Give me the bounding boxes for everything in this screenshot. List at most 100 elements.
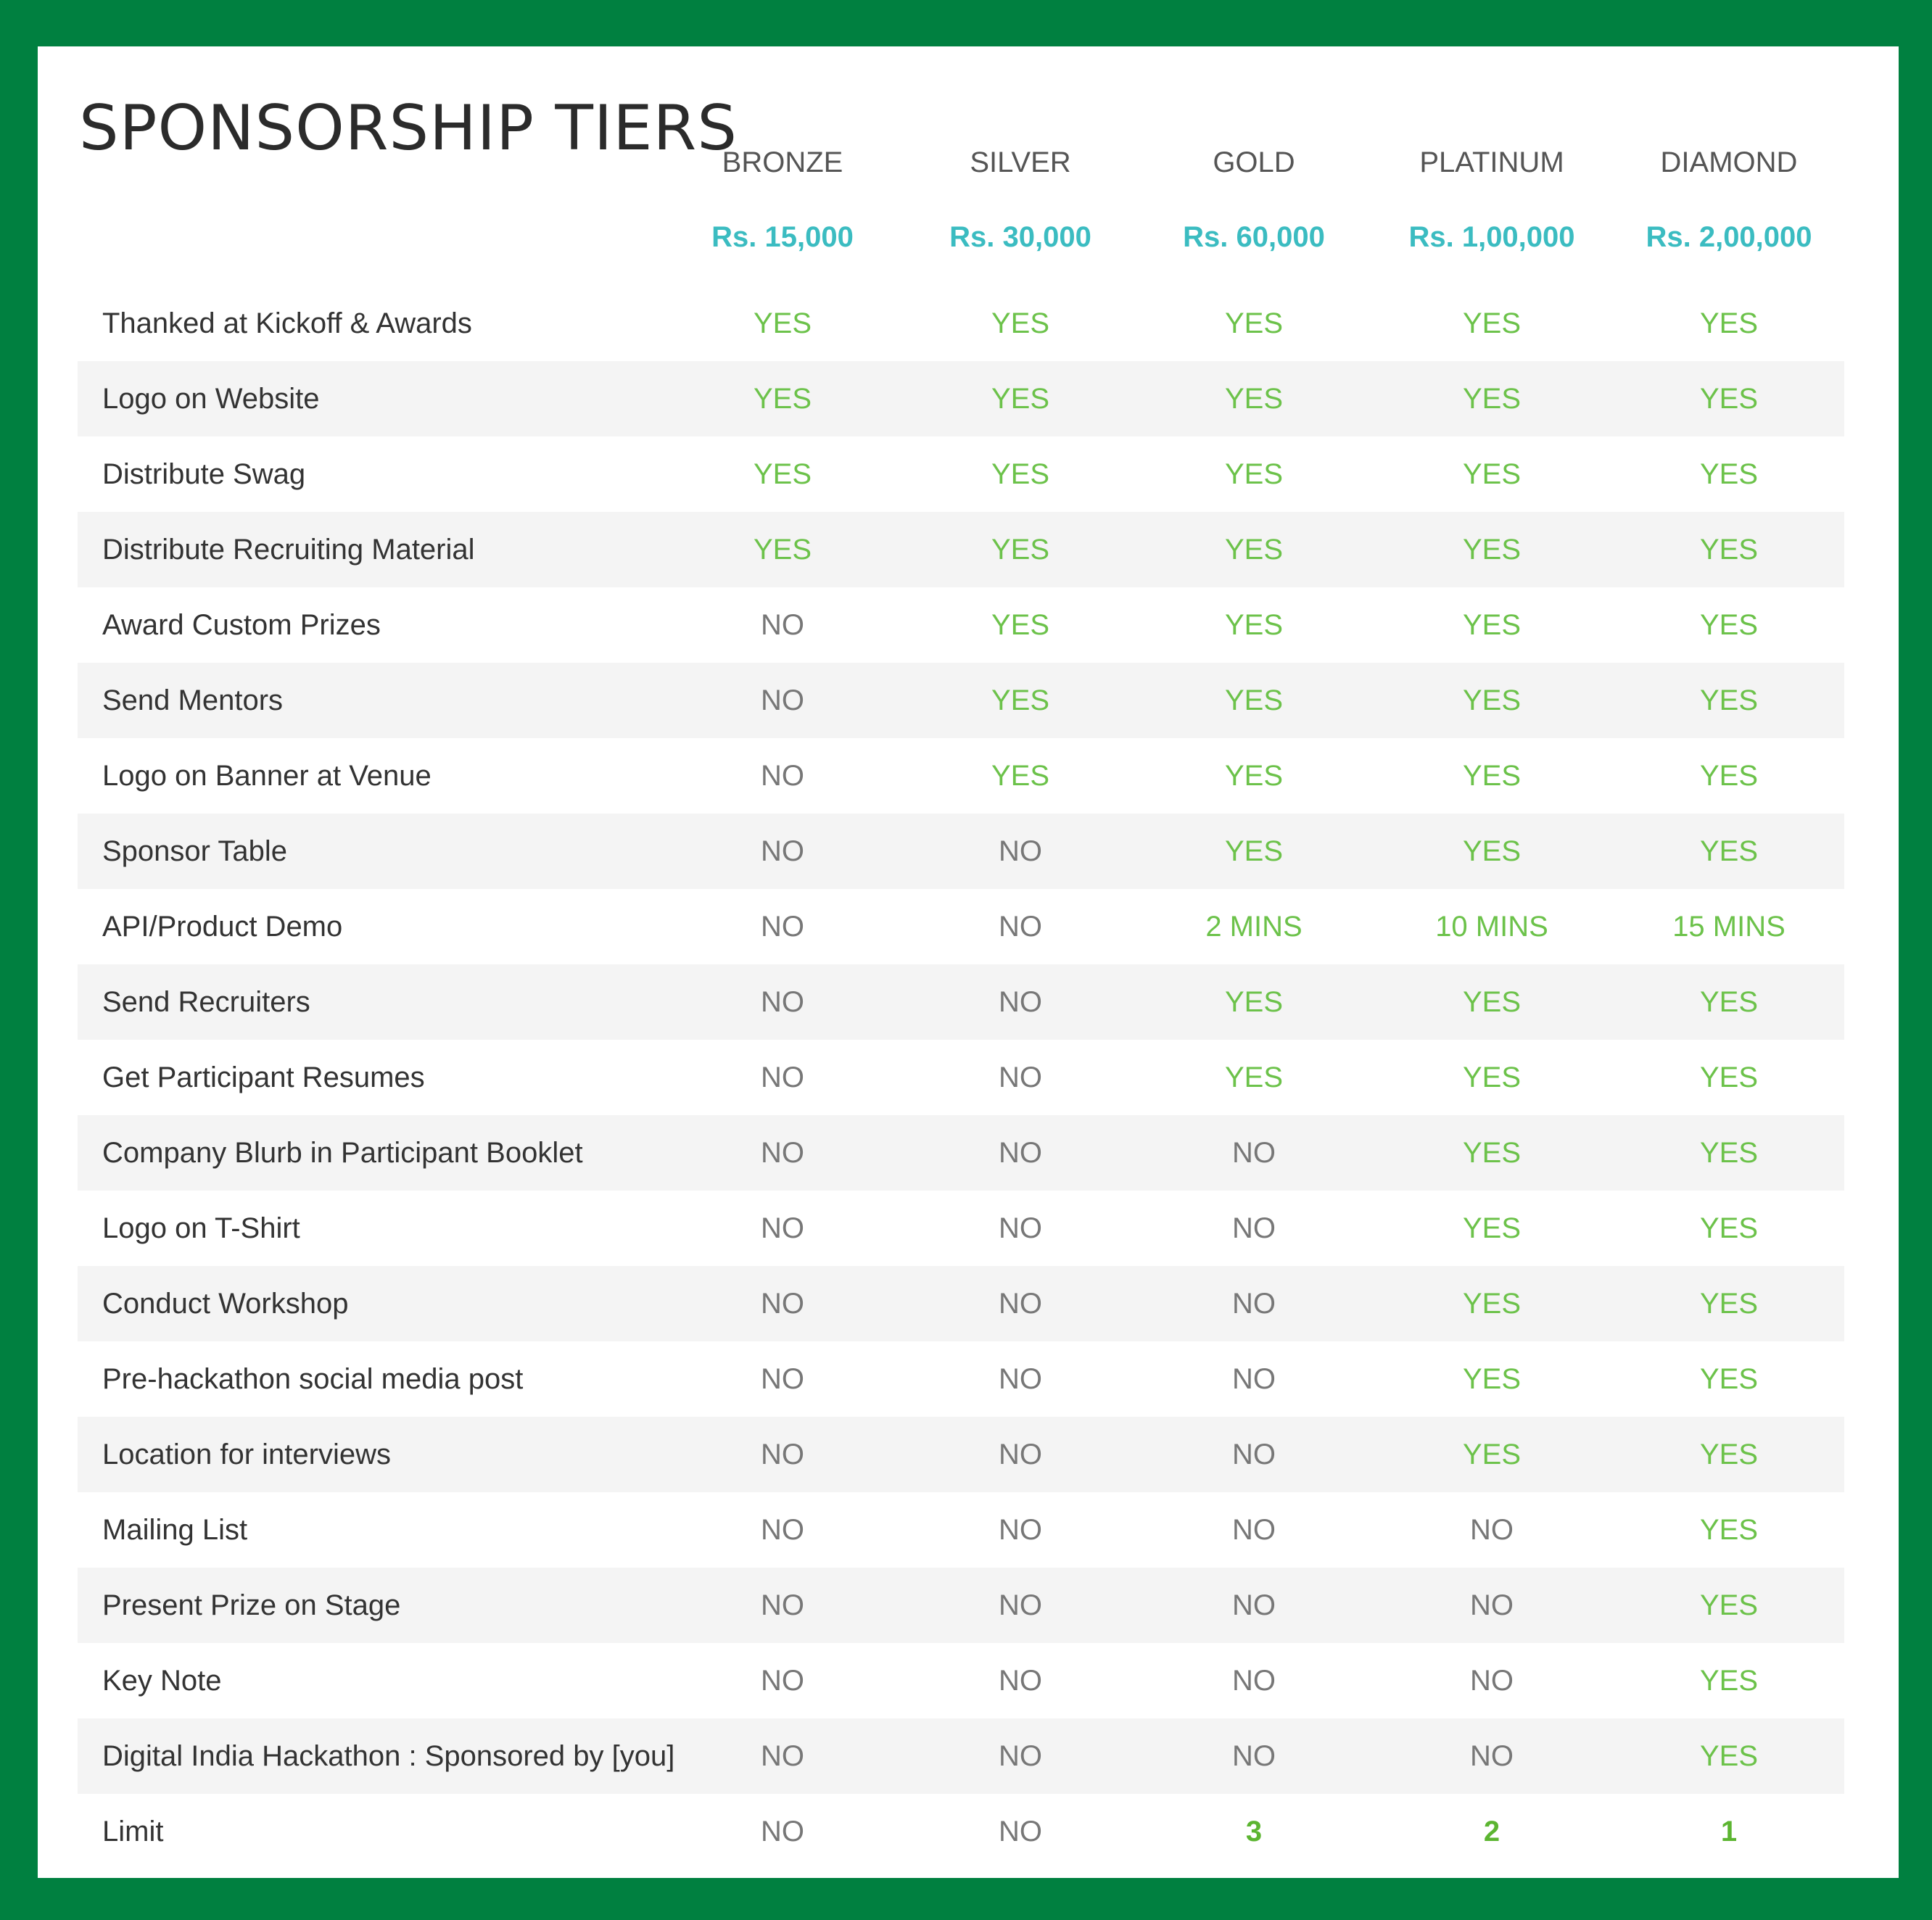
tier-value-cell: NO: [1232, 1288, 1276, 1320]
tier-value-cell: NO: [1470, 1665, 1514, 1697]
feature-label: Logo on Banner at Venue: [102, 760, 432, 792]
table-row: Get Participant Resumes NO NO YES YES YES: [78, 1040, 1844, 1115]
tier-value-cell: YES: [1224, 458, 1284, 490]
tier-value-cell: NO: [761, 1137, 804, 1169]
tier-value-cell: YES: [1699, 1665, 1759, 1697]
tier-value-cell: NO: [1232, 1137, 1276, 1169]
tier-value-cell: YES: [991, 760, 1050, 792]
tier-value-cell: YES: [1699, 986, 1759, 1018]
tier-value-cell: NO: [761, 911, 804, 943]
tier-value-cell: YES: [1462, 835, 1522, 867]
tier-value-cell: YES: [1699, 1740, 1759, 1772]
tier-value-cell: YES: [1699, 1439, 1759, 1470]
table-row: Conduct Workshop NO NO NO YES YES: [78, 1266, 1844, 1341]
tier-value-cell: YES: [1224, 760, 1284, 792]
feature-label: Location for interviews: [102, 1439, 391, 1470]
tier-value-cell: YES: [1462, 1062, 1522, 1093]
tier-value-cell: NO: [761, 1589, 804, 1621]
tier-value-cell: YES: [991, 684, 1050, 716]
tier-price-bronze: Rs. 15,000: [711, 221, 854, 253]
feature-label: Conduct Workshop: [102, 1288, 349, 1320]
feature-label: Sponsor Table: [102, 835, 287, 867]
tier-value-cell: NO: [761, 986, 804, 1018]
table-row: Mailing List NO NO NO NO YES: [78, 1492, 1844, 1568]
tier-value-cell: YES: [753, 534, 812, 566]
tier-price-gold: Rs. 60,000: [1183, 221, 1325, 253]
tier-value-cell: YES: [1224, 383, 1284, 415]
tier-value-cell: 3: [1245, 1816, 1263, 1847]
tier-value-cell: YES: [1699, 383, 1759, 415]
table-row: Logo on Banner at Venue NO YES YES YES YES: [78, 738, 1844, 814]
tier-value-cell: YES: [1699, 1363, 1759, 1395]
tier-value-cell: YES: [1699, 760, 1759, 792]
tier-value-cell: 1: [1720, 1816, 1738, 1847]
tier-value-cell: NO: [999, 1137, 1042, 1169]
tier-value-cell: 15 MINS: [1672, 911, 1786, 943]
table-row: Logo on T-Shirt NO NO NO YES YES: [78, 1191, 1844, 1266]
tier-value-cell: NO: [761, 609, 804, 641]
tier-value-cell: NO: [761, 1514, 804, 1546]
tier-value-cell: YES: [1699, 1589, 1759, 1621]
feature-label: Logo on T-Shirt: [102, 1212, 300, 1244]
tier-value-cell: YES: [991, 609, 1050, 641]
tier-value-cell: NO: [999, 1514, 1042, 1546]
tier-name-silver: SILVER: [970, 146, 1071, 178]
tier-value-cell: NO: [999, 1363, 1042, 1395]
tier-value-cell: 2: [1483, 1816, 1500, 1847]
feature-label: Distribute Swag: [102, 458, 306, 490]
feature-label: Mailing List: [102, 1514, 248, 1546]
tier-value-cell: NO: [1470, 1589, 1514, 1621]
tier-value-cell: NO: [1232, 1212, 1276, 1244]
table-row: Send Mentors NO YES YES YES YES: [78, 663, 1844, 738]
tier-value-cell: YES: [1462, 986, 1522, 1018]
table-row: Pre-hackathon social media post NO NO NO YES…: [78, 1341, 1844, 1417]
tier-value-cell: YES: [1462, 1363, 1522, 1395]
table-row: Digital India Hackathon : Sponsored by […: [78, 1718, 1844, 1794]
tier-value-cell: NO: [761, 684, 804, 716]
tier-value-cell: NO: [999, 1062, 1042, 1093]
tier-value-cell: YES: [1699, 458, 1759, 490]
feature-label: Present Prize on Stage: [102, 1589, 401, 1621]
tier-value-cell: YES: [1462, 458, 1522, 490]
tier-value-cell: NO: [1232, 1514, 1276, 1546]
tier-value-cell: YES: [753, 307, 812, 339]
tier-value-cell: YES: [1224, 307, 1284, 339]
tier-value-cell: YES: [753, 383, 812, 415]
tier-value-cell: YES: [1699, 1514, 1759, 1546]
tier-value-cell: YES: [753, 458, 812, 490]
tier-value-cell: YES: [1224, 1062, 1284, 1093]
feature-label: Limit: [102, 1816, 164, 1847]
tier-value-cell: YES: [1699, 835, 1759, 867]
table-row: Distribute Swag YES YES YES YES YES: [78, 436, 1844, 512]
table-row: Company Blurb in Participant Booklet NO NO…: [78, 1115, 1844, 1191]
feature-label: Award Custom Prizes: [102, 609, 381, 641]
table-row: Thanked at Kickoff & Awards YES YES YES YES Y…: [78, 286, 1844, 361]
tier-value-cell: YES: [1699, 609, 1759, 641]
tier-value-cell: YES: [991, 458, 1050, 490]
tier-value-cell: NO: [999, 986, 1042, 1018]
tier-value-cell: NO: [999, 1740, 1042, 1772]
tier-price-diamond: Rs. 2,00,000: [1646, 221, 1812, 253]
tier-value-cell: YES: [991, 534, 1050, 566]
feature-label: Pre-hackathon social media post: [102, 1363, 524, 1395]
table-row: Key Note NO NO NO NO YES: [78, 1643, 1844, 1718]
tier-value-cell: NO: [761, 1740, 804, 1772]
tier-value-cell: NO: [761, 1288, 804, 1320]
feature-table: Thanked at Kickoff & Awards YES YES YES YES Y…: [78, 286, 1844, 1869]
tier-value-cell: YES: [1462, 1137, 1522, 1169]
tier-value-cell: YES: [1699, 1062, 1759, 1093]
page-title: SPONSORSHIP TIERS: [79, 92, 738, 165]
tier-value-cell: NO: [1232, 1439, 1276, 1470]
tier-value-cell: NO: [761, 1665, 804, 1697]
feature-label: Key Note: [102, 1665, 222, 1697]
tier-value-cell: NO: [999, 835, 1042, 867]
tier-name-diamond: DIAMOND: [1660, 146, 1798, 178]
table-row: Distribute Recruiting Material YES YES YES Y…: [78, 512, 1844, 587]
tier-value-cell: NO: [761, 1363, 804, 1395]
tier-value-cell: NO: [999, 1288, 1042, 1320]
table-row: Logo on Website YES YES YES YES YES: [78, 361, 1844, 436]
tier-value-cell: NO: [1470, 1514, 1514, 1546]
tier-value-cell: NO: [1232, 1740, 1276, 1772]
tier-value-cell: YES: [1462, 609, 1522, 641]
tier-value-cell: YES: [1224, 835, 1284, 867]
